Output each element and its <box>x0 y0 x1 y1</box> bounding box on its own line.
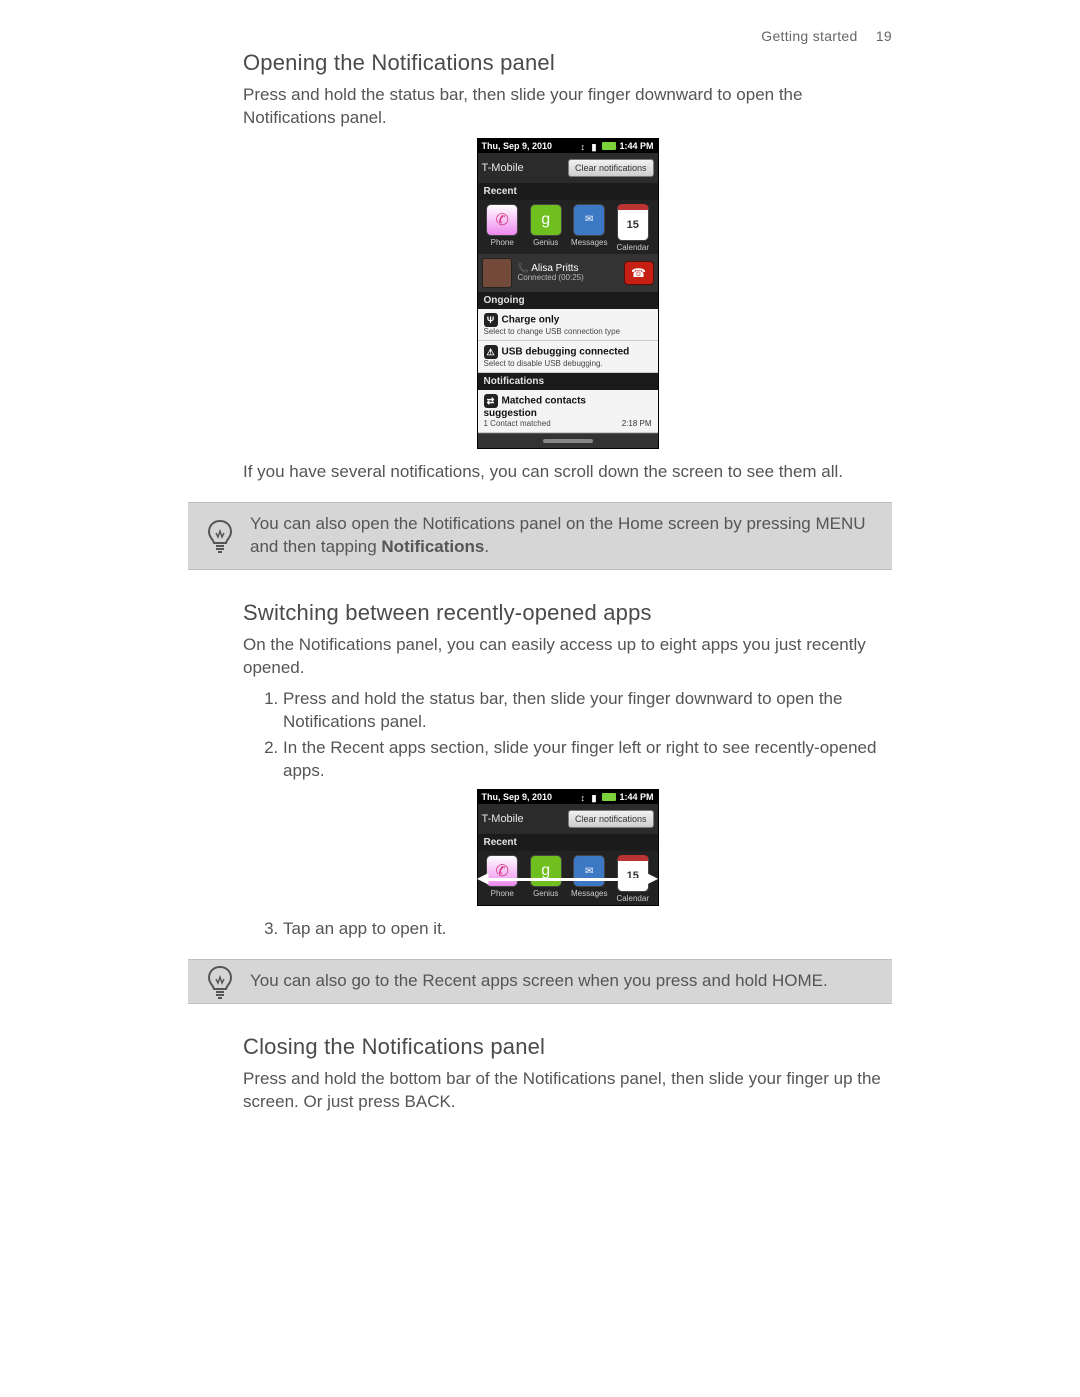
app-label: Calendar <box>617 243 649 252</box>
battery-icon <box>602 793 616 801</box>
notification-charge-only[interactable]: Ψ Charge only Select to change USB connec… <box>478 309 658 341</box>
app-label: Calendar <box>617 894 649 903</box>
section-label-ongoing: Ongoing <box>478 292 658 309</box>
messages-icon: ✉︎ <box>573 855 605 887</box>
heading-opening-panel: Opening the Notifications panel <box>243 50 892 76</box>
heading-switching-apps: Switching between recently-opened apps <box>243 600 892 626</box>
page-number: 19 <box>876 28 892 44</box>
heading-closing-panel: Closing the Notifications panel <box>243 1034 892 1060</box>
notif-subtitle: 1 Contact matched <box>484 419 622 428</box>
app-tile-calendar[interactable]: 15 Calendar <box>612 855 654 903</box>
lightbulb-icon <box>206 965 234 999</box>
app-label: Genius <box>533 238 558 247</box>
app-tile-calendar[interactable]: 15 Calendar <box>612 204 654 252</box>
app-label: Phone <box>491 238 514 247</box>
carrier-row: T-Mobile Clear notifications <box>478 804 658 834</box>
status-time: 1:44 PM <box>619 792 653 802</box>
section-label-notifications: Notifications <box>478 373 658 390</box>
status-icons: ↕ ▮ 1:44 PM <box>580 792 653 802</box>
carrier-label: T-Mobile <box>482 813 524 825</box>
status-date: Thu, Sep 9, 2010 <box>482 141 553 151</box>
genius-icon: g <box>530 855 562 887</box>
contacts-icon: ⇄ <box>484 394 498 408</box>
notif-subtitle: Select to disable USB debugging. <box>484 359 652 368</box>
arrow-left-icon: ◀ <box>478 870 489 887</box>
notif-time: 2:18 PM <box>622 419 652 428</box>
arrow-right-icon: ▶ <box>647 870 658 887</box>
app-tile-messages[interactable]: ✉︎ Messages <box>569 204 611 252</box>
app-label: Messages <box>571 238 607 247</box>
paragraph: On the Notifications panel, you can easi… <box>243 634 892 680</box>
recent-apps-row-swipe[interactable]: ◀ ▶ ✆ Phone g Genius ✉︎ Messages 15 Cale… <box>478 851 658 905</box>
phone-screenshot-notifications-panel: Thu, Sep 9, 2010 ↕ ▮ 1:44 PM T-Mobile Cl… <box>477 138 659 449</box>
carrier-row: T-Mobile Clear notifications <box>478 153 658 183</box>
app-tile-genius[interactable]: g Genius <box>525 204 567 252</box>
app-tile-phone[interactable]: ✆ Phone <box>482 204 524 252</box>
tip-box: You can also open the Notifications pane… <box>188 502 892 570</box>
notif-subtitle: Select to change USB connection type <box>484 327 652 336</box>
section-label-recent: Recent <box>478 834 658 851</box>
battery-icon <box>602 142 616 150</box>
app-tile-genius[interactable]: g Genius <box>525 855 567 903</box>
clear-notifications-button[interactable]: Clear notifications <box>568 810 654 828</box>
paragraph: Press and hold the status bar, then slid… <box>243 84 892 130</box>
page-header: Getting started 19 <box>747 28 892 44</box>
paragraph: If you have several notifications, you c… <box>243 461 892 484</box>
status-time: 1:44 PM <box>619 141 653 151</box>
app-label: Genius <box>533 889 558 898</box>
app-label: Phone <box>491 889 514 898</box>
status-icons: ↕ ▮ 1:44 PM <box>580 141 653 151</box>
list-item: Press and hold the status bar, then slid… <box>283 688 892 734</box>
section-label-recent: Recent <box>478 183 658 200</box>
phone-icon: ✆ <box>486 855 518 887</box>
sync-icon: ↕ <box>580 142 588 150</box>
contact-avatar <box>482 258 512 288</box>
active-call-row[interactable]: Alisa Pritts Connected (00:25) ☎ <box>478 254 658 292</box>
warning-icon: ⚠ <box>484 345 498 359</box>
app-tile-messages[interactable]: ✉︎ Messages <box>569 855 611 903</box>
calendar-icon: 15 <box>617 855 649 892</box>
list-item: In the Recent apps section, slide your f… <box>283 737 892 783</box>
genius-icon: g <box>530 204 562 236</box>
calendar-icon: 15 <box>617 204 649 241</box>
paragraph: Press and hold the bottom bar of the Not… <box>243 1068 892 1114</box>
notification-matched-contacts[interactable]: ⇄Matched contacts suggestion 1 Contact m… <box>478 390 658 433</box>
status-bar: Thu, Sep 9, 2010 ↕ ▮ 1:44 PM <box>478 139 658 153</box>
status-bar: Thu, Sep 9, 2010 ↕ ▮ 1:44 PM <box>478 790 658 804</box>
section-name: Getting started <box>761 28 857 44</box>
ordered-list: Press and hold the status bar, then slid… <box>243 688 892 784</box>
sync-icon: ↕ <box>580 793 588 801</box>
tip-text: You can also go to the Recent apps scree… <box>250 971 828 990</box>
messages-icon: ✉︎ <box>573 204 605 236</box>
tip-text: You can also open the Notifications pane… <box>250 514 866 556</box>
notif-title: Charge only <box>502 315 560 326</box>
tip-box: You can also go to the Recent apps scree… <box>188 959 892 1004</box>
usb-icon: Ψ <box>484 313 498 327</box>
end-call-button[interactable]: ☎ <box>624 261 654 285</box>
phone-icon: ✆ <box>486 204 518 236</box>
carrier-label: T-Mobile <box>482 162 524 174</box>
notif-title: USB debugging connected <box>502 347 630 358</box>
app-label: Messages <box>571 889 607 898</box>
panel-drag-handle[interactable] <box>478 433 658 448</box>
signal-icon: ▮ <box>591 142 599 150</box>
ordered-list: Tap an app to open it. <box>243 918 892 941</box>
phone-screenshot-recent-apps: Thu, Sep 9, 2010 ↕ ▮ 1:44 PM T-Mobile Cl… <box>477 789 659 906</box>
list-item: Tap an app to open it. <box>283 918 892 941</box>
notification-usb-debugging[interactable]: ⚠ USB debugging connected Select to disab… <box>478 341 658 373</box>
app-tile-phone[interactable]: ✆ Phone <box>482 855 524 903</box>
recent-apps-row[interactable]: ✆ Phone g Genius ✉︎ Messages 15 Calendar <box>478 200 658 254</box>
notif-title: Matched contacts suggestion <box>484 396 586 419</box>
clear-notifications-button[interactable]: Clear notifications <box>568 159 654 177</box>
lightbulb-icon <box>206 519 234 553</box>
call-duration: Connected (00:25) <box>518 274 618 283</box>
status-date: Thu, Sep 9, 2010 <box>482 792 553 802</box>
signal-icon: ▮ <box>591 793 599 801</box>
